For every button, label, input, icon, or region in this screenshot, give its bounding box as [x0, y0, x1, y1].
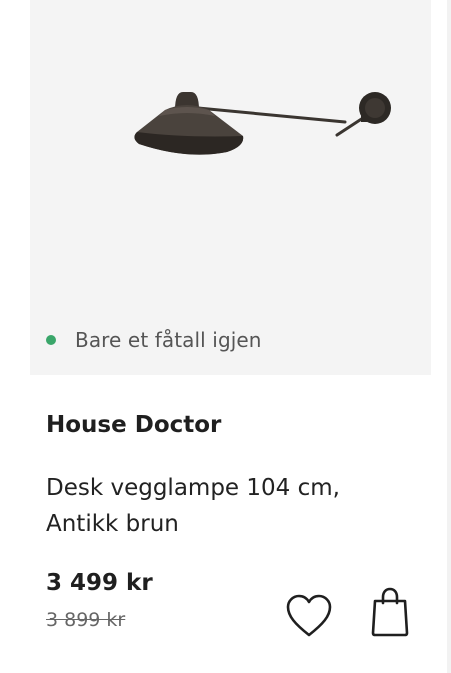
stock-status: Bare et fåtall igjen [46, 326, 262, 354]
product-old-price: 3 899 kr [46, 609, 126, 631]
next-card-edge [447, 0, 451, 673]
shopping-bag-icon [371, 587, 409, 637]
stock-status-label: Bare et fåtall igjen [75, 328, 262, 352]
wall-lamp-image [134, 92, 391, 155]
product-brand[interactable]: House Doctor [46, 412, 221, 438]
product-image[interactable]: Bare et fåtall igjen [30, 0, 431, 375]
heart-icon [286, 594, 332, 637]
stock-indicator-dot [46, 335, 56, 345]
page-margin [0, 0, 30, 375]
favorite-button[interactable] [282, 590, 336, 642]
product-title[interactable]: Desk vegglampe 104 cm, Antikk brun [46, 470, 416, 542]
add-to-cart-button[interactable] [365, 584, 415, 640]
product-price: 3 499 kr [46, 570, 153, 596]
